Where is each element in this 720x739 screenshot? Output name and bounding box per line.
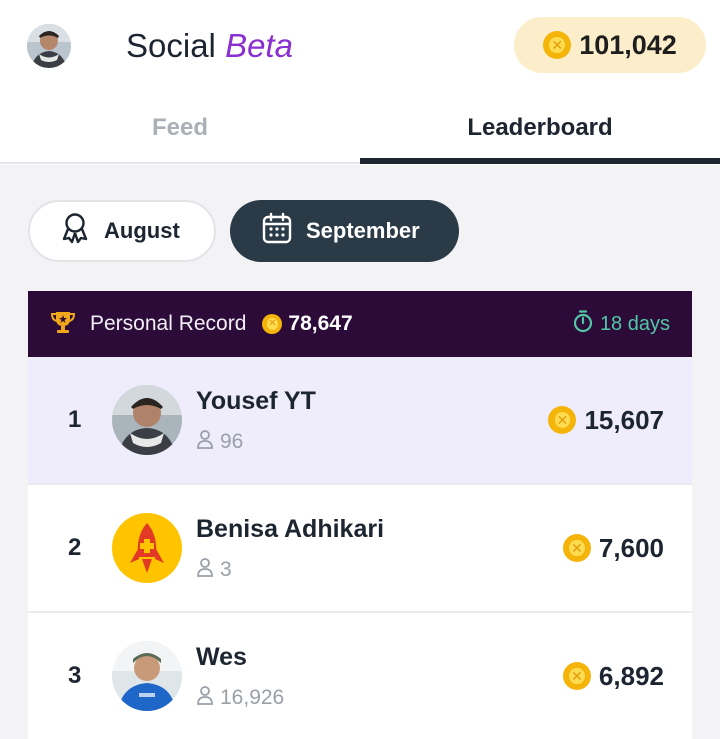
follower-count-value: 3 (220, 558, 232, 581)
personal-record-bar: Personal Record ✕ 78,647 18 days (28, 291, 692, 357)
time-remaining: 18 days (572, 291, 670, 357)
points-value: 7,600 (598, 532, 664, 563)
tab-bar: Feed Leaderboard (0, 95, 720, 165)
tab-leaderboard[interactable]: Leaderboard (360, 95, 720, 161)
points-value: 6,892 (598, 660, 664, 691)
person-icon (196, 429, 214, 455)
days-remaining: 18 days (599, 312, 670, 335)
app-title: Social Beta (126, 24, 293, 68)
app-header: Social Beta ✕ 101,042 Feed Leaderboard (0, 0, 720, 165)
rank-number: 2 (68, 534, 82, 561)
trophy-icon (50, 309, 76, 340)
follower-count-value: 96 (220, 430, 244, 453)
month-filter-august[interactable]: August (28, 200, 216, 262)
avatar (112, 641, 182, 711)
rank-number: 1 (68, 406, 82, 433)
tab-divider (0, 162, 360, 164)
calendar-icon (262, 212, 292, 250)
player-points: ✕ 7,600 (562, 485, 664, 611)
month-filter-september-label: September (306, 218, 420, 243)
personal-record-value: 78,647 (288, 312, 353, 335)
follower-count: 96 (196, 429, 243, 455)
coin-balance: 101,042 (579, 29, 677, 60)
follower-count: 3 (196, 557, 232, 583)
person-icon (196, 685, 214, 711)
coin-balance-pill[interactable]: ✕ 101,042 (514, 17, 706, 73)
stopwatch-icon (572, 309, 594, 339)
month-filter-september[interactable]: September (230, 200, 459, 262)
avatar (112, 513, 182, 583)
coin-icon: ✕ (562, 534, 591, 562)
coin-icon: ✕ (543, 31, 572, 59)
award-icon (60, 212, 90, 250)
player-name[interactable]: Wes (196, 643, 247, 672)
follower-count: 16,926 (196, 685, 284, 711)
rank-number: 3 (68, 662, 82, 689)
player-points: ✕ 6,892 (562, 613, 664, 739)
coin-icon: ✕ (548, 406, 577, 434)
tab-feed[interactable]: Feed (0, 95, 360, 161)
active-tab-indicator (360, 158, 720, 164)
leaderboard-row[interactable]: 3 Wes 16,926 ✕ 6,892 (28, 613, 692, 739)
month-filter-august-label: August (104, 218, 180, 243)
follower-count-value: 16,926 (220, 686, 285, 709)
person-icon (196, 557, 214, 583)
leaderboard-row[interactable]: 1 Yousef YT 96 ✕ 15,607 (28, 357, 692, 483)
personal-record-label: Personal Record (90, 312, 247, 335)
player-points: ✕ 15,607 (548, 357, 664, 483)
points-value: 15,607 (584, 404, 664, 435)
leaderboard-row[interactable]: 2 Benisa Adhikari 3 ✕ 7,600 (28, 485, 692, 611)
user-avatar[interactable] (27, 24, 71, 68)
app-title-main: Social (126, 27, 216, 64)
coin-icon: ✕ (562, 662, 591, 690)
beta-label: Beta (225, 27, 293, 64)
player-name[interactable]: Benisa Adhikari (196, 515, 384, 544)
player-name[interactable]: Yousef YT (196, 387, 316, 416)
avatar (112, 385, 182, 455)
coin-icon: ✕ (262, 314, 283, 334)
